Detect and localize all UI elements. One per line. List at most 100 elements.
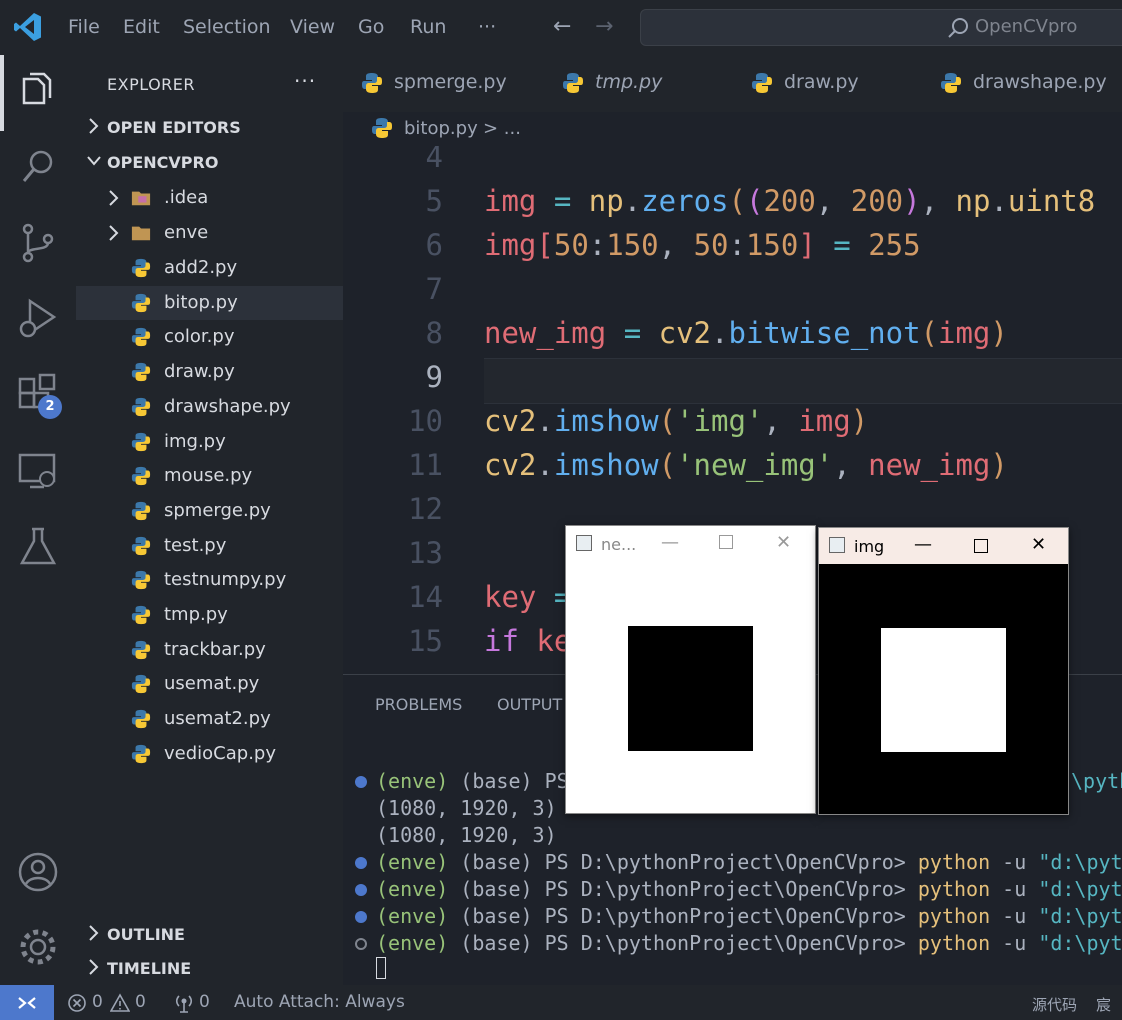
file-item[interactable]: color.py	[76, 320, 343, 354]
tab-label: draw.py	[784, 71, 859, 93]
python-file-icon	[131, 571, 151, 590]
tab-output[interactable]: OUTPUT	[497, 695, 562, 714]
command-center-search[interactable]: OpenCVpro	[640, 9, 1122, 46]
menu-run[interactable]: Run	[410, 16, 446, 38]
minimize-button[interactable]: —	[914, 534, 932, 555]
python-file-icon	[563, 73, 583, 93]
file-item[interactable]: img.py	[76, 425, 343, 459]
file-item[interactable]: tmp.py	[76, 598, 343, 632]
source-status[interactable]: 源代码	[1032, 994, 1077, 1015]
window-title-bar[interactable]: img — ✕	[819, 528, 1068, 564]
menu-edit[interactable]: Edit	[123, 16, 160, 38]
outline-section[interactable]: OUTLINE	[76, 920, 343, 950]
folder-label: enve	[164, 222, 209, 243]
file-label: test.py	[164, 534, 227, 556]
notification-status[interactable]: 宸	[1096, 994, 1111, 1015]
terminal-cursor	[376, 957, 386, 979]
file-item[interactable]: testnumpy.py	[76, 563, 343, 597]
search-icon[interactable]	[16, 145, 60, 189]
maximize-button[interactable]	[974, 539, 988, 553]
remote-indicator[interactable]	[0, 985, 54, 1020]
remote-explorer-icon[interactable]	[16, 449, 60, 493]
terminal-line: (enve) (base) PS D:\pythonProject\OpenCV…	[376, 931, 1122, 955]
menu-go[interactable]: Go	[358, 16, 384, 38]
editor-tab[interactable]: drawshape.py	[922, 55, 1122, 112]
file-item[interactable]: usemat2.py	[76, 702, 343, 736]
folder-icon	[131, 191, 151, 206]
file-item[interactable]: usemat.py	[76, 667, 343, 701]
run-debug-icon[interactable]	[16, 297, 60, 341]
code-line-15: if ke	[484, 624, 572, 658]
source-control-icon[interactable]	[16, 221, 60, 265]
forward-arrow-icon[interactable]: →	[595, 14, 613, 39]
explorer-icon[interactable]	[16, 69, 60, 113]
file-item[interactable]: spmerge.py	[76, 494, 343, 528]
file-item[interactable]: test.py	[76, 529, 343, 563]
menu-selection[interactable]: Selection	[183, 16, 271, 38]
maximize-button[interactable]	[719, 535, 733, 549]
python-file-icon	[131, 501, 151, 520]
breadcrumb-rest[interactable]: > ...	[483, 118, 521, 139]
python-file-icon	[131, 467, 151, 486]
error-count[interactable]: 0	[92, 992, 103, 1012]
command-status-dot[interactable]	[355, 776, 367, 788]
cv-window-img[interactable]: img — ✕	[818, 527, 1069, 815]
file-item[interactable]: mouse.py	[76, 459, 343, 493]
line-number: 12	[408, 492, 443, 526]
command-status-dot[interactable]	[355, 884, 367, 896]
status-bar: 0 0 0 Auto Attach: Always 源代码 宸	[0, 985, 1122, 1020]
error-icon[interactable]	[67, 993, 87, 1013]
file-item[interactable]: bitop.py	[76, 285, 343, 320]
cv-window-new-img[interactable]: ne... — ✕	[565, 525, 816, 814]
warning-icon[interactable]	[110, 993, 130, 1013]
ports-icon[interactable]	[173, 992, 195, 1014]
command-status-dot[interactable]	[355, 857, 367, 869]
chevron-right-icon	[89, 118, 99, 134]
explorer-more-button[interactable]: ···	[294, 69, 316, 93]
command-status-dot[interactable]	[355, 911, 367, 923]
python-file-icon	[941, 73, 961, 93]
line-number: 10	[408, 404, 443, 438]
file-item[interactable]: drawshape.py	[76, 390, 343, 424]
file-label: usemat.py	[164, 673, 260, 695]
current-line-highlight	[484, 358, 1122, 404]
editor-tab[interactable]: spmerge.py	[343, 55, 545, 112]
editor-tab[interactable]: tmp.py	[544, 55, 734, 112]
settings-gear-icon[interactable]	[16, 925, 60, 969]
warning-count[interactable]: 0	[135, 992, 146, 1012]
file-label: add2.py	[164, 257, 238, 278]
menu-file[interactable]: File	[68, 16, 100, 38]
editor-tab[interactable]: draw.py	[733, 55, 923, 112]
tab-problems[interactable]: PROBLEMS	[375, 695, 462, 714]
app-icon	[829, 537, 845, 553]
file-item[interactable]: vedioCap.py	[76, 737, 343, 771]
chevron-down-icon	[87, 156, 101, 166]
auto-attach-status[interactable]: Auto Attach: Always	[234, 992, 405, 1012]
testing-icon[interactable]	[16, 525, 60, 569]
minimize-button[interactable]: —	[661, 532, 679, 553]
menu-more[interactable]: ···	[478, 16, 496, 38]
folder-item[interactable]: .idea	[76, 181, 343, 215]
python-file-icon	[131, 258, 151, 278]
file-item[interactable]: draw.py	[76, 355, 343, 389]
project-section[interactable]: OPENCVPRO	[76, 148, 343, 178]
back-arrow-icon[interactable]: ←	[553, 14, 571, 39]
timeline-section[interactable]: TIMELINE	[76, 954, 343, 984]
close-button[interactable]: ✕	[1031, 534, 1046, 555]
window-title-bar[interactable]: ne... — ✕	[566, 526, 815, 562]
folder-item[interactable]: enve	[76, 216, 343, 250]
folder-label: .idea	[164, 187, 209, 208]
image-square	[881, 628, 1006, 752]
menu-view[interactable]: View	[290, 16, 335, 38]
open-editors-section[interactable]: OPEN EDITORS	[76, 113, 343, 143]
python-file-icon	[752, 73, 772, 93]
folder-icon	[131, 226, 151, 241]
breadcrumb-file[interactable]: bitop.py	[404, 118, 478, 139]
terminal-output: (1080, 1920, 3)	[376, 796, 557, 820]
ports-count[interactable]: 0	[199, 992, 210, 1012]
command-status-dot[interactable]	[355, 938, 367, 950]
file-item[interactable]: trackbar.py	[76, 633, 343, 667]
file-item[interactable]: add2.py	[76, 251, 343, 285]
close-button[interactable]: ✕	[776, 532, 791, 553]
account-icon[interactable]	[16, 850, 60, 894]
